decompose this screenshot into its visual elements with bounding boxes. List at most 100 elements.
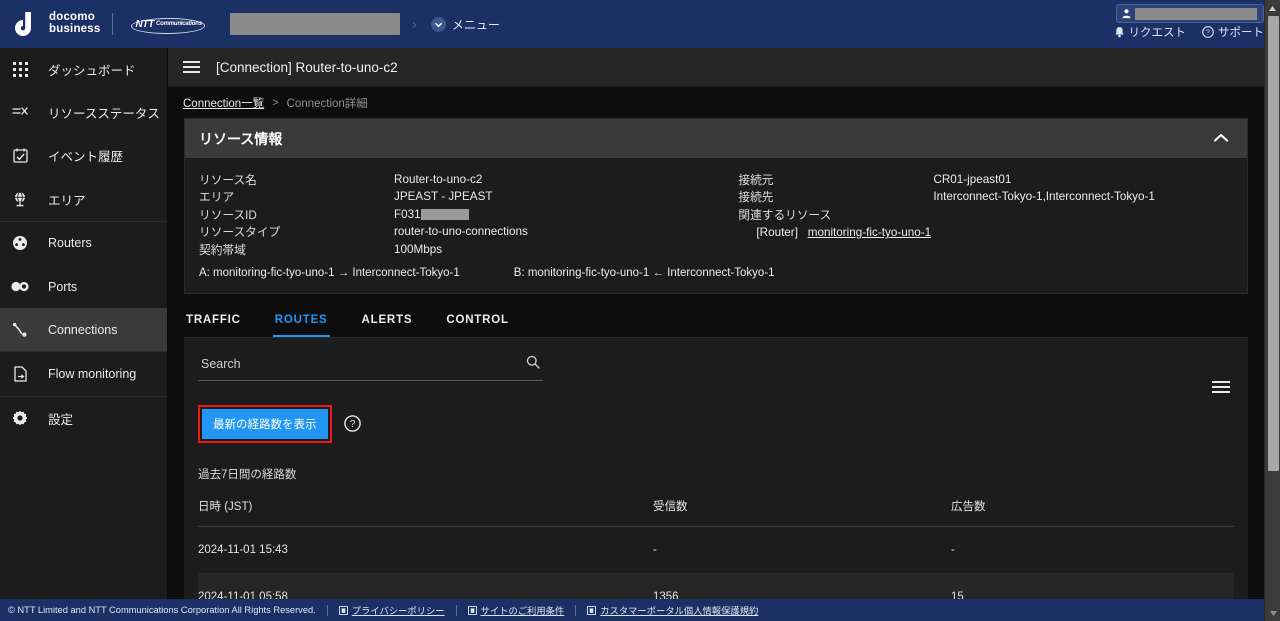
svg-text:?: ? [349,420,355,431]
search-box[interactable] [198,355,543,381]
table-row[interactable]: 2024-11-01 15:43 - - [198,526,1234,574]
column-header-datetime[interactable]: 日時 (JST) [198,491,653,527]
info-value: CR01-jpeast01 [933,172,1012,186]
routes-table-body: 2024-11-01 15:43 - - 2024-11-01 05:58 13… [198,526,1234,599]
footer-link-customer-portal-privacy[interactable]: カスタマーポータル個人情報保護規約 [587,603,758,617]
info-value: F031 [394,207,421,221]
ntt-sub-text: Communications [156,21,202,27]
sidebar-item-ports[interactable]: Ports [0,265,167,308]
footer-divider [455,604,457,616]
related-resource-link[interactable]: monitoring-fic-tyo-uno-1 [808,226,931,239]
info-label: エリア [199,191,235,205]
breadcrumb: Connection一覧 > Connection詳細 [168,87,1264,118]
ab-direction-lines: A: monitoring-fic-tyo-uno-1 → Interconne… [185,267,1247,279]
grid-icon [6,62,34,78]
sidebar-item-dashboard[interactable]: ダッシュボード [0,48,167,91]
column-header-advertised[interactable]: 広告数 [951,491,1234,527]
router-icon [6,235,34,251]
sidebar-item-routers[interactable]: Routers [0,222,167,265]
gear-icon [6,410,34,426]
info-row: 接続元 CR01-jpeast01 [738,171,1247,187]
related-resource-type: [Router] [756,226,798,240]
external-link-icon [587,605,597,615]
user-account-field[interactable] [1116,4,1264,23]
tab-routes[interactable]: ROUTES [272,308,330,337]
top-right-links: リクエスト ? サポート [1114,24,1264,40]
chevron-up-icon[interactable] [1209,126,1233,152]
show-latest-routes-button[interactable]: 最新の経路数を表示 [202,408,328,439]
sidebar-item-resource-status[interactable]: リソースステータス [0,91,167,134]
sidebar-item-label: 設定 [48,412,74,427]
search-icon[interactable] [526,355,540,374]
footer-divider [575,604,577,616]
search-row [198,338,1234,381]
info-label: 契約帯域 [199,243,246,257]
top-right-area: リクエスト ? サポート [1104,0,1264,48]
request-link[interactable]: リクエスト [1114,24,1187,40]
tenant-selector-redacted[interactable] [229,13,400,35]
ntt-mark-text: NTT [135,18,154,30]
brand-wordmark: docomo business [49,12,100,35]
tab-traffic[interactable]: TRAFFIC [184,308,243,337]
sidebar-item-event-history[interactable]: イベント履歴 [0,134,167,177]
info-row: リソースID F031 [199,206,718,222]
bell-icon [1114,26,1124,38]
cell-datetime: 2024-11-01 05:58 [198,573,653,599]
chevron-down-icon [430,16,446,32]
info-label: 関連するリソース [738,208,832,222]
tab-control[interactable]: CONTROL [444,308,510,337]
info-value: 100Mbps [394,242,443,256]
brand-line-2: business [49,23,101,35]
sidebar-item-settings[interactable]: 設定 [0,397,167,440]
area-globe-icon [6,191,34,207]
cell-received: 1356 [653,573,951,599]
sidebar-item-connections[interactable]: Connections [0,308,167,352]
resource-info-columns: リソース名 Router-to-uno-c2 エリア JPEAST - JPEA… [185,171,1247,259]
routes-table: 日時 (JST) 受信数 広告数 2024-11-01 15:43 - - 20… [198,491,1234,599]
svg-text:?: ? [1206,30,1210,37]
menu-button[interactable]: メニュー [430,16,500,33]
brand-logo[interactable]: docomo business NTT Communications [0,11,207,38]
footer-link-terms[interactable]: サイトのご利用条件 [467,603,564,617]
docomo-d-icon [14,11,39,38]
hamburger-menu-icon[interactable] [1204,370,1238,404]
search-input[interactable] [201,357,526,372]
info-label: リソース名 [199,173,257,187]
related-resource-row: [Router] monitoring-fic-tyo-uno-1 [738,226,1247,239]
footer-link-privacy[interactable]: プライバシーポリシー [338,603,445,617]
footer-link-label: プライバシーポリシー [351,606,445,616]
cell-advertised: - [951,526,1234,574]
app-root: docomo business NTT Communications › メニュ… [0,0,1280,621]
scroll-down-arrow-icon[interactable] [1265,605,1280,621]
external-link-icon [338,605,348,615]
menu-label: メニュー [451,17,500,32]
scroll-up-arrow-icon[interactable] [1265,0,1280,16]
breadcrumb-link-connection-list[interactable]: Connection一覧 [183,95,264,111]
connections-icon [6,322,34,338]
request-label: リクエスト [1128,27,1187,39]
info-row: 関連するリソース [738,206,1247,222]
vertical-scrollbar[interactable] [1264,0,1280,621]
info-value: Router-to-uno-c2 [394,172,483,186]
refresh-button-highlight: 最新の経路数を表示 [198,404,332,443]
help-circle-icon[interactable]: ? [343,415,361,433]
sidebar-item-flow-monitoring[interactable]: Flow monitoring [0,352,167,395]
info-label: 接続元 [738,173,774,187]
tab-alerts[interactable]: ALERTS [360,308,415,337]
table-row[interactable]: 2024-11-01 05:58 1356 15 [198,573,1234,599]
ports-icon [6,281,34,292]
column-header-received[interactable]: 受信数 [653,491,951,527]
support-link[interactable]: ? サポート [1202,24,1264,40]
sidebar-item-area[interactable]: エリア [0,178,167,221]
scrollbar-thumb[interactable] [1268,16,1279,471]
ab-line-a: A: monitoring-fic-tyo-uno-1 → Interconne… [199,266,460,279]
info-value: router-to-uno-connections [394,225,528,239]
info-value-wrap: F031 [394,208,469,221]
resource-info-card: リソース情報 リソース名 Router-to-uno-c2 エリア JPEAST [184,118,1248,294]
detail-tabs: TRAFFIC ROUTES ALERTS CONTROL [168,308,1264,337]
resource-info-body: リソース名 Router-to-uno-c2 エリア JPEAST - JPEA… [185,158,1247,293]
sidebar-toggle-icon[interactable] [183,58,200,76]
info-row: 契約帯域 100Mbps [199,241,718,257]
page-header: [Connection] Router-to-uno-c2 [168,48,1264,87]
breadcrumb-current: Connection詳細 [286,97,368,110]
